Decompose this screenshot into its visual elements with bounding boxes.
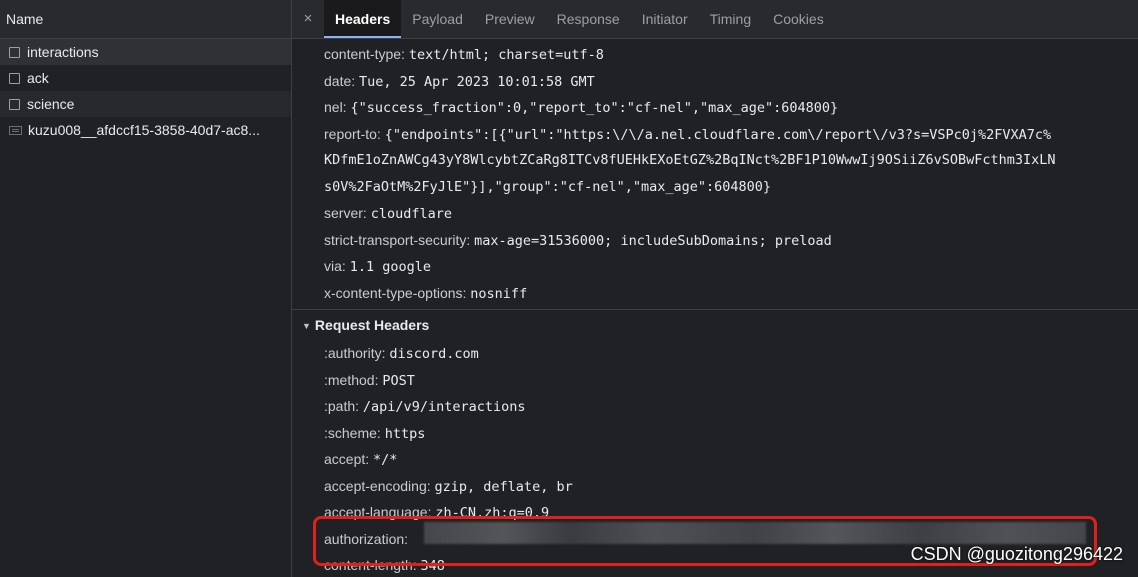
detail-tab-bar: × Headers Payload Preview Response Initi… xyxy=(292,0,1138,39)
header-row[interactable]: accept-encoding: gzip, deflate, br xyxy=(292,473,1138,500)
header-key: x-content-type-options: xyxy=(324,284,467,301)
header-key: accept-encoding: xyxy=(324,477,431,494)
checkbox-icon xyxy=(9,72,20,84)
request-item-label: ack xyxy=(27,70,49,86)
request-headers-section-toggle[interactable]: ▼ Request Headers xyxy=(292,309,1138,340)
header-row[interactable]: report-to: {"endpoints":[{"url":"https:\… xyxy=(292,121,1138,148)
checkbox-icon xyxy=(9,46,20,58)
header-key: server: xyxy=(324,205,367,221)
tab-timing[interactable]: Timing xyxy=(699,0,763,38)
header-value: discord.com xyxy=(389,346,479,362)
request-item-label: science xyxy=(27,96,75,112)
header-key: via: xyxy=(324,258,346,274)
header-value: POST xyxy=(382,372,415,389)
tab-preview[interactable]: Preview xyxy=(474,0,546,38)
request-item-kuzu008[interactable]: kuzu008__afdccf15-3858-40d7-ac8... xyxy=(0,117,291,143)
header-value: text/html; charset=utf-8 xyxy=(408,47,604,63)
header-value-continuation: s0V%2FaOtM%2FyJlE"}],"group":"cf-nel","m… xyxy=(324,178,772,195)
header-value: cloudflare xyxy=(370,206,452,222)
name-column-header[interactable]: Name xyxy=(0,0,291,39)
request-item-interactions[interactable]: interactions xyxy=(0,39,291,65)
close-icon[interactable]: × xyxy=(292,0,324,38)
header-value: Tue, 25 Apr 2023 10:01:58 GMT xyxy=(359,73,595,90)
header-row[interactable]: content-type: text/html; charset=utf-8 xyxy=(292,41,1138,68)
tab-payload[interactable]: Payload xyxy=(401,0,474,38)
header-row[interactable]: :authority: discord.com xyxy=(292,340,1138,367)
header-value: */* xyxy=(373,452,398,468)
header-value: max-age=31536000; includeSubDomains; pre… xyxy=(474,232,832,249)
header-key: content-type: xyxy=(324,46,405,62)
header-key: date: xyxy=(324,72,356,89)
tab-initiator[interactable]: Initiator xyxy=(631,0,699,38)
header-row[interactable]: :scheme: https xyxy=(292,420,1138,447)
header-key: nel: xyxy=(324,99,347,115)
header-row[interactable]: accept: */* xyxy=(292,446,1138,473)
header-key: :authority: xyxy=(324,345,386,361)
triangle-down-icon: ▼ xyxy=(302,321,311,331)
header-key: report-to: xyxy=(324,125,381,142)
header-key: :method: xyxy=(324,371,379,388)
request-item-label: interactions xyxy=(27,44,99,60)
request-item-ack[interactable]: ack xyxy=(0,65,291,91)
request-item-label: kuzu008__afdccf15-3858-40d7-ac8... xyxy=(28,122,260,138)
section-title: Request Headers xyxy=(314,317,430,333)
watermark: CSDN @guozitong296422 xyxy=(910,544,1123,564)
header-value: nosniff xyxy=(470,285,528,302)
headers-detail-panel: × Headers Payload Preview Response Initi… xyxy=(292,0,1138,577)
header-key: :scheme: xyxy=(324,424,381,441)
header-value-continuation: KDfmE1oZnAWCg43yY8WlcybtZCaRg8ITCv8fUEHk… xyxy=(324,152,1056,168)
request-item-science[interactable]: science xyxy=(0,91,291,117)
header-key: strict-transport-security: xyxy=(324,231,471,248)
response-headers-list: content-type: text/html; charset=utf-8 d… xyxy=(292,39,1138,306)
header-row[interactable]: :method: POST xyxy=(292,367,1138,394)
header-row[interactable]: via: 1.1 google xyxy=(292,253,1138,280)
header-row[interactable]: nel: {"success_fraction":0,"report_to":"… xyxy=(292,94,1138,121)
tab-headers[interactable]: Headers xyxy=(324,0,402,38)
header-key: :path: xyxy=(324,398,360,414)
header-row[interactable]: strict-transport-security: max-age=31536… xyxy=(292,227,1138,254)
header-row[interactable]: :path: /api/v9/interactions xyxy=(292,393,1138,420)
checkbox-icon xyxy=(9,98,20,110)
header-row[interactable]: server: cloudflare xyxy=(292,200,1138,227)
header-value: {"endpoints":[{"url":"https:\/\/a.nel.cl… xyxy=(384,126,1052,143)
header-row[interactable]: date: Tue, 25 Apr 2023 10:01:58 GMT xyxy=(292,68,1138,95)
document-icon xyxy=(9,125,22,135)
header-value: {"success_fraction":0,"report_to":"cf-ne… xyxy=(350,100,839,116)
header-value: gzip, deflate, br xyxy=(434,478,573,495)
header-row[interactable]: x-content-type-options: nosniff xyxy=(292,280,1138,307)
header-value: /api/v9/interactions xyxy=(362,399,526,415)
header-value: 1.1 google xyxy=(349,259,431,275)
tab-cookies[interactable]: Cookies xyxy=(762,0,835,38)
header-key: accept: xyxy=(324,451,370,467)
request-list-panel: Name interactions ack science kuzu008__a… xyxy=(0,0,292,577)
tab-response[interactable]: Response xyxy=(546,0,631,38)
header-value: https xyxy=(384,425,426,442)
